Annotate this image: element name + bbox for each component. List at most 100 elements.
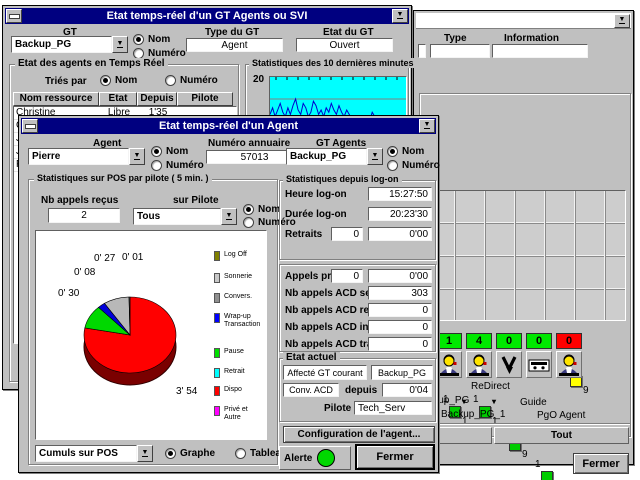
- acd-refuses-field: 0: [368, 303, 432, 317]
- acd-transferes-field: 0: [368, 337, 432, 351]
- appels-prives-time-field: 0'00: [368, 269, 432, 283]
- sur-pilote-combobox-value[interactable]: Tous: [133, 208, 221, 225]
- legend-item: Retrait: [214, 368, 245, 378]
- gt-combobox-value[interactable]: Backup_PG: [11, 36, 112, 53]
- sort-radio-numero[interactable]: Numéro: [165, 75, 218, 86]
- chevron-down-icon[interactable]: [129, 148, 145, 165]
- legend-swatch-icon: [214, 406, 220, 416]
- duree-logon-label: Durée log-on: [285, 209, 347, 220]
- acd-interceptes-field: 0: [368, 320, 432, 334]
- radio-icon[interactable]: [387, 160, 398, 171]
- legend-label: Privé et Autre: [224, 406, 266, 422]
- agent-group-label: ReDirect: [471, 381, 510, 392]
- cumuls-combobox[interactable]: Cumuls sur POS: [35, 445, 153, 462]
- tout-label: Tout: [551, 430, 572, 441]
- overview-fermer-button[interactable]: Fermer: [573, 453, 629, 474]
- y-axis-tick-label: 20: [253, 74, 264, 85]
- agent-fermer-button[interactable]: Fermer: [355, 444, 435, 470]
- minimize-arrow-icon[interactable]: [419, 119, 435, 133]
- legend-label: Dispo: [224, 386, 242, 394]
- agents-group-title: Etat des agents en Temps Réel: [15, 58, 168, 69]
- control-menu-icon[interactable]: [22, 119, 38, 133]
- grid-node[interactable]: [541, 471, 553, 480]
- stats10-group-title: Statistiques des 10 dernières minutes: [249, 58, 417, 68]
- nb-appels-recus-label: Nb appels reçus: [41, 195, 118, 206]
- retraits-count-field: 0: [331, 227, 363, 241]
- type-du-gt-field: Agent: [186, 38, 283, 52]
- stats-logon-title: Statistiques depuis log-on: [283, 174, 402, 184]
- legend-swatch-icon: [214, 273, 220, 283]
- agent-combobox-value[interactable]: Pierre: [28, 148, 129, 165]
- legend-label: Log Off: [224, 251, 247, 259]
- pilote-label: Pilote: [324, 403, 351, 414]
- gtagents-radio-numero[interactable]: Numéro: [387, 160, 440, 171]
- heure-logon-label: Heure log-on: [285, 189, 347, 200]
- chevron-down-icon[interactable]: [137, 445, 153, 462]
- agent-radio-numero[interactable]: Numéro: [151, 160, 204, 171]
- radio-icon[interactable]: [387, 146, 398, 157]
- sur-pilote-combobox[interactable]: Tous: [133, 208, 237, 225]
- legend-swatch-icon: [214, 293, 220, 303]
- legend-swatch-icon: [214, 348, 220, 358]
- gt-agents-combobox-value[interactable]: Backup_PG: [286, 148, 367, 165]
- table-header-cell: Nom ressource: [13, 92, 99, 106]
- gt-window-title: Etat temps-réel d'un GT Agents ou SVI: [23, 10, 391, 22]
- radio-icon[interactable]: [243, 204, 254, 215]
- agent-radio-nom[interactable]: Nom: [151, 146, 188, 157]
- legend-item: Sonnerie: [214, 273, 252, 283]
- desktop: Type Information 1911111919▾▾ 14000 ReDi…: [0, 0, 640, 480]
- agent-window-title: Etat temps-réel d'un Agent: [39, 120, 418, 132]
- radio-icon[interactable]: [151, 146, 162, 157]
- minimize-arrow-icon[interactable]: [614, 14, 630, 28]
- radio-icon[interactable]: [151, 160, 162, 171]
- legend-item: Dispo: [214, 386, 242, 396]
- agent-group-label: PgO Agent: [537, 410, 585, 421]
- chevron-down-icon[interactable]: [112, 36, 128, 53]
- graphe-radio[interactable]: Graphe: [165, 448, 215, 459]
- gt-titlebar[interactable]: Etat temps-réel d'un GT Agents ou SVI: [5, 8, 409, 24]
- agent-titlebar[interactable]: Etat temps-réel d'un Agent: [21, 118, 436, 134]
- radio-icon[interactable]: [165, 448, 176, 459]
- radio-icon[interactable]: [243, 217, 254, 228]
- gt-agents-combobox[interactable]: Backup_PG: [286, 148, 383, 165]
- minimize-arrow-icon[interactable]: [392, 9, 408, 23]
- alerte-label: Alerte: [284, 453, 312, 464]
- radio-icon[interactable]: [165, 75, 176, 86]
- heure-logon-field: 15:27:50: [368, 187, 432, 201]
- gt-radio-nom[interactable]: Nom: [133, 34, 170, 45]
- legend-item: Privé et Autre: [214, 406, 266, 422]
- sort-radio-nom[interactable]: Nom: [100, 75, 137, 86]
- affecte-gt-field: Affecté GT courant: [283, 365, 367, 380]
- pilote-radio-nom[interactable]: Nom: [243, 204, 280, 215]
- depuis-label: depuis: [345, 385, 377, 396]
- gt-combobox[interactable]: Backup_PG: [11, 36, 128, 53]
- agent-combobox[interactable]: Pierre: [28, 148, 145, 165]
- retraits-label: Retraits: [285, 229, 322, 240]
- legend-item: Convers.: [214, 293, 252, 303]
- nb-appels-recus-field: 2: [48, 208, 120, 223]
- control-menu-icon[interactable]: [6, 9, 22, 23]
- stats-pos-group-title: Statistiques sur POS par pilote ( 5 min.…: [34, 173, 212, 183]
- retraits-time-field: 0'00: [368, 227, 432, 241]
- agents-table-header: Nom ressourceEtatDepuisPilote: [13, 92, 237, 106]
- table-header-cell: Pilote: [177, 92, 233, 106]
- chevron-down-icon[interactable]: [221, 208, 237, 225]
- alerte-status-icon: [317, 449, 335, 467]
- tries-par-label: Triés par: [45, 76, 87, 87]
- radio-icon[interactable]: [100, 75, 111, 86]
- overview-titlebar[interactable]: [416, 13, 631, 29]
- legend-swatch-icon: [214, 386, 220, 396]
- chevron-down-icon[interactable]: [367, 148, 383, 165]
- acd-servis-field: 303: [368, 286, 432, 300]
- radio-icon[interactable]: [133, 34, 144, 45]
- agent-group-label: Guide: [520, 397, 547, 408]
- radio-icon[interactable]: [235, 448, 246, 459]
- filter-segment-tout[interactable]: Tout: [494, 427, 629, 444]
- numero-annuaire-label: Numéro annuaire: [208, 138, 290, 149]
- gtagents-radio-nom[interactable]: Nom: [387, 146, 424, 157]
- type-du-gt-label: Type du GT: [205, 27, 259, 38]
- cumuls-combobox-value[interactable]: Cumuls sur POS: [35, 445, 137, 462]
- legend-swatch-icon: [214, 368, 220, 378]
- configuration-agent-button[interactable]: Configuration de l'agent...: [283, 426, 435, 443]
- pie-chart-panel: 3' 540' 300' 080' 270' 01 Log OffSonneri…: [35, 230, 267, 440]
